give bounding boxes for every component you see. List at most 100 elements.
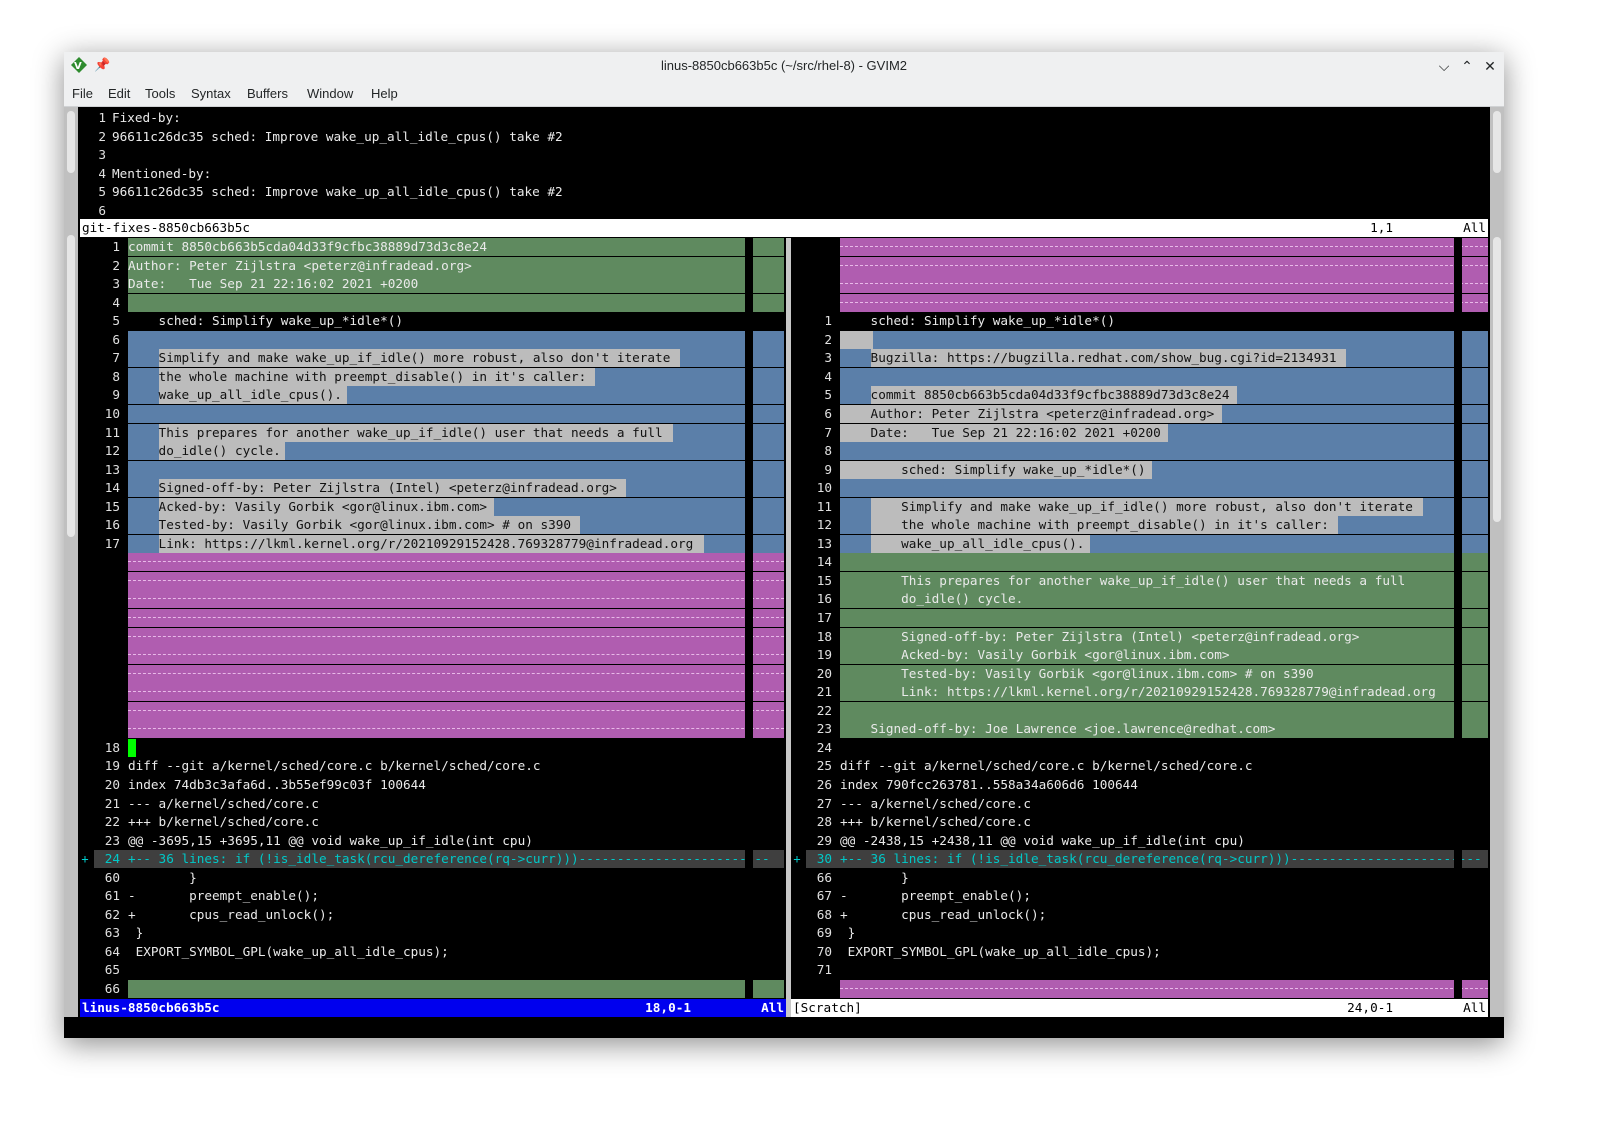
code-line: 23 Signed-off-by: Joe Lawrence <joe.lawr…: [806, 720, 1488, 739]
close-icon[interactable]: ✕: [1480, 56, 1500, 76]
right-scrollbar-thumb[interactable]: [1493, 111, 1501, 173]
line-number: 19: [104, 758, 120, 774]
code-line: 1 sched: Simplify wake_up_*idle*(): [806, 312, 1488, 330]
right-scrollbar-thumb-lower[interactable]: [1493, 237, 1501, 522]
line-number: 65: [104, 962, 120, 978]
window-title: linus-8850cb663b5c (~/src/rhel-8) - GVIM…: [660, 58, 908, 73]
filler-dash-line: [840, 246, 1488, 247]
menu-tools[interactable]: Tools: [145, 86, 175, 101]
menu-window[interactable]: Window: [307, 86, 353, 101]
code-line: 16 do_idle() cycle.: [806, 590, 1488, 609]
right-scrollbar[interactable]: [1490, 107, 1504, 1017]
menu-syntax[interactable]: Syntax: [191, 86, 231, 101]
filler-dash-line: [128, 579, 784, 581]
diff-highlight-bar: [840, 275, 1488, 294]
line-number: 10: [816, 480, 832, 496]
line-text: Author: Peter Zijlstra <peterz@infradead…: [840, 405, 1215, 421]
menu-help[interactable]: Help: [371, 86, 398, 101]
line-number: 27: [816, 795, 832, 811]
code-line: 12 do_idle() cycle.: [94, 442, 784, 461]
line-text: Tested-by: Vasily Gorbik <gor@linux.ibm.…: [840, 665, 1314, 681]
line-text: Fixed-by:: [112, 110, 181, 125]
diff-highlight-bar: [840, 238, 1488, 256]
line-number: 4: [112, 294, 120, 310]
line-number: 24: [104, 851, 120, 867]
menu-buffers[interactable]: Buffers: [247, 86, 288, 101]
left-status-line[interactable]: linus-8850cb663b5c 18,0-1 All: [80, 999, 786, 1017]
right-status-line[interactable]: [Scratch] 24,0-1 All: [791, 999, 1488, 1017]
code-line: 66: [94, 980, 784, 998]
code-line: 14 Signed-off-by: Peter Zijlstra (Intel)…: [94, 479, 784, 498]
diff-highlight-bar: [128, 553, 784, 572]
minimize-icon[interactable]: ⌵: [1434, 56, 1454, 76]
line-number: 66: [104, 981, 120, 996]
line-text: index 790fcc263781..558a34a606d6 100644: [840, 776, 1138, 792]
left-scrollbar[interactable]: [64, 107, 78, 1017]
top-status-line[interactable]: git-fixes-8850cb663b5c 1,1 All: [80, 219, 1488, 237]
vim-editor-area[interactable]: 1 Fixed-by: 2 96611c26dc35 sched: Improve w…: [64, 107, 1504, 1038]
code-line: 26 index 790fcc263781..558a34a606d6 10064…: [806, 776, 1488, 794]
diff-highlight-bar: [128, 646, 784, 665]
line-number: 1: [824, 313, 832, 329]
line-number: 23: [104, 832, 120, 848]
line-number: 11: [816, 498, 832, 514]
line-number: 22: [816, 702, 832, 718]
filler-dash-line: [128, 672, 784, 674]
line-text: Date: Tue Sep 21 22:16:02 2021 +0200: [840, 424, 1161, 440]
code-line: 5 96611c26dc35 sched: Improve wake_up_all…: [82, 183, 722, 201]
diff-highlight-bar: [128, 590, 784, 609]
line-number: 71: [816, 962, 832, 978]
line-text: +-- 36 lines: if (!is_idle_task(rcu_dere…: [128, 851, 770, 867]
line-text: sched: Simplify wake_up_*idle*(): [840, 461, 1146, 477]
left-scrollbar-thumb[interactable]: [67, 111, 75, 173]
diff-highlight-bar: [128, 460, 784, 479]
line-text: Mentioned-by:: [112, 165, 212, 181]
line-number: 70: [816, 943, 832, 959]
line-number: 14: [104, 480, 120, 496]
code-line: 5 commit 8850cb663b5cda04d33f9cfbc38889d…: [806, 386, 1488, 405]
code-line: 13: [94, 460, 784, 479]
maximize-icon[interactable]: ⌃: [1457, 56, 1477, 76]
code-line: 4 Mentioned-by:: [82, 165, 722, 183]
menu-bar: File Edit Tools Syntax Buffers Window He…: [64, 80, 1504, 107]
menu-edit[interactable]: Edit: [108, 86, 130, 101]
filler-dash-line: [128, 617, 784, 618]
diff-highlight-bar: [840, 330, 1488, 349]
menu-file[interactable]: File: [72, 86, 93, 101]
line-text: --- a/kernel/sched/core.c: [128, 795, 319, 811]
code-line: 67 - preempt_enable();: [806, 887, 1488, 905]
line-number: 5: [98, 184, 106, 200]
line-text: wake_up_all_idle_cpus().: [840, 535, 1085, 551]
code-line: [94, 720, 784, 739]
line-text: Link: https://lkml.kernel.org/r/20210929…: [840, 684, 1436, 700]
status-position: 1,1: [1370, 220, 1393, 235]
line-number: 62: [104, 906, 120, 922]
code-line: 8: [806, 442, 1488, 461]
vertical-split-separator[interactable]: [786, 238, 791, 1017]
line-number: 20: [104, 776, 120, 792]
line-number: 15: [816, 572, 832, 588]
left-scrollbar-thumb-lower[interactable]: [67, 235, 75, 537]
code-line: 68 + cpus_read_unlock();: [806, 906, 1488, 924]
status-position: 24,0-1: [1347, 1000, 1393, 1015]
diff-highlight-bar: [840, 479, 1488, 498]
line-text: EXPORT_SYMBOL_GPL(wake_up_all_idle_cpus)…: [128, 943, 449, 959]
code-line: [94, 664, 784, 683]
line-text: index 74db3c3afa6d..3b55ef99c03f 100644: [128, 776, 426, 792]
line-number: 10: [104, 405, 120, 421]
code-line: 28 +++ b/kernel/sched/core.c: [806, 813, 1488, 831]
line-text: }: [128, 869, 197, 885]
line-text: the whole machine with preempt_disable()…: [840, 517, 1329, 533]
line-number: 28: [816, 814, 832, 830]
line-number: 3: [824, 350, 832, 366]
line-number: 18: [104, 739, 120, 755]
diff-highlight-bar: [840, 256, 1488, 275]
title-bar[interactable]: V 📌 linus-8850cb663b5c (~/src/rhel-8) - …: [64, 52, 1504, 80]
line-text: }: [840, 925, 856, 941]
code-line: 18 Signed-off-by: Peter Zijlstra (Intel)…: [806, 627, 1488, 646]
colorcolumn: [731, 107, 739, 219]
code-line: 60 }: [94, 869, 784, 887]
code-line: 12 the whole machine with preempt_disabl…: [806, 516, 1488, 535]
line-text: This prepares for another wake_up_if_idl…: [128, 424, 663, 440]
code-line: 71: [806, 961, 1488, 979]
